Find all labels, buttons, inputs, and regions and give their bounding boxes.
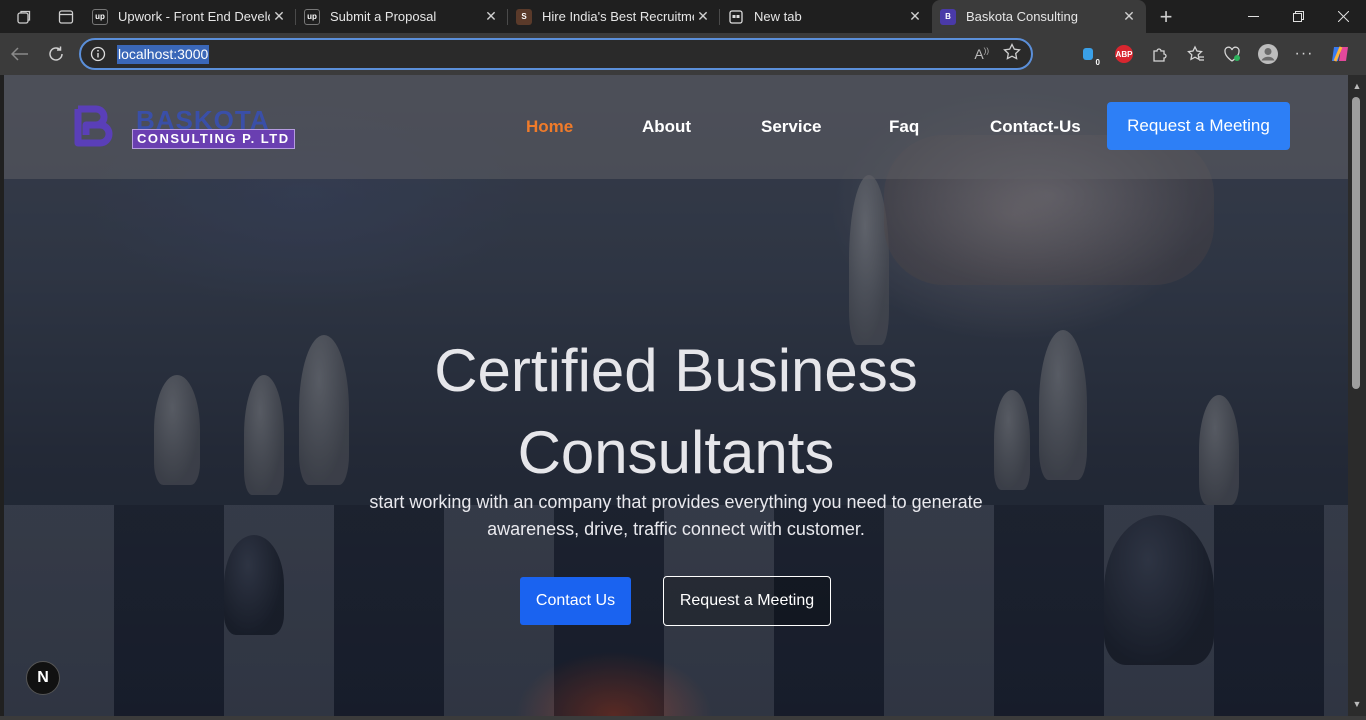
new-tab-plus-icon[interactable]: + [1146,0,1186,33]
hero-title-line-1: Certified Business [434,337,918,404]
tab-title: Submit a Proposal [330,9,437,24]
favorite-star-icon[interactable] [1003,42,1021,66]
upwork-icon: up [304,8,320,25]
site-icon: S [516,8,532,25]
tab-upwork[interactable]: up Upwork - Front End Develop ✕ [84,0,296,33]
password-extension-icon[interactable]: 0 [1070,33,1106,75]
site-header: BASKOTA CONSULTING P. LTD Home About Ser… [4,75,1348,179]
extension-badge: 0 [1095,58,1100,67]
tab-submit-proposal[interactable]: up Submit a Proposal ✕ [296,0,508,33]
close-icon[interactable]: ✕ [1120,8,1138,25]
newtab-icon [728,9,744,25]
nav-home[interactable]: Home [526,117,573,137]
scroll-up-arrow-icon[interactable]: ▲ [1352,81,1362,91]
close-window-icon[interactable] [1321,0,1366,33]
logo-text-bottom: CONSULTING P. LTD [132,129,295,149]
request-meeting-button[interactable]: Request a Meeting [663,576,831,626]
restore-icon[interactable] [1276,0,1321,33]
company-logo[interactable]: BASKOTA CONSULTING P. LTD [74,103,304,151]
tab-title: Hire India's Best Recruitment [542,9,694,24]
browser-toolbar: localhost:3000 A)) 0 ABP ··· [0,33,1366,75]
nav-faq[interactable]: Faq [889,117,919,137]
browser-essentials-icon[interactable] [1214,33,1250,75]
back-arrow-icon[interactable] [2,36,38,72]
logo-b-icon [74,105,113,147]
tab-hire-india[interactable]: S Hire India's Best Recruitment ✕ [508,0,720,33]
hero-subtitle-line-2: awareness, drive, traffic connect with c… [487,519,865,539]
scrollbar-thumb[interactable] [1352,97,1360,389]
url-text[interactable]: localhost:3000 [117,44,210,64]
nav-service[interactable]: Service [761,117,822,137]
scroll-down-arrow-icon[interactable]: ▼ [1352,699,1362,709]
close-icon[interactable]: ✕ [482,8,500,25]
nextjs-dev-indicator-icon[interactable]: N [26,661,60,695]
more-options-icon[interactable]: ··· [1286,33,1322,75]
hero-subtitle: start working with an company that provi… [4,489,1348,543]
extensions-puzzle-icon[interactable] [1142,33,1178,75]
tab-title: Upwork - Front End Develop [118,9,270,24]
close-icon[interactable]: ✕ [906,8,924,25]
upwork-icon: up [92,8,108,25]
site-info-icon[interactable] [89,45,107,63]
hero-title: Certified Business Consultants [4,330,1348,494]
tab-title: Baskota Consulting [966,9,1079,24]
vertical-tabs-icon[interactable] [48,0,84,33]
nav-contact-us[interactable]: Contact-Us [990,117,1081,137]
read-aloud-icon[interactable]: A)) [974,46,989,62]
request-meeting-header-button[interactable]: Request a Meeting [1107,102,1290,150]
address-bar[interactable]: localhost:3000 A)) [79,38,1033,70]
workspaces-icon[interactable] [0,0,48,33]
close-icon[interactable]: ✕ [270,8,288,25]
browser-tab-bar: up Upwork - Front End Develop ✕ up Submi… [0,0,1366,33]
profile-avatar-icon[interactable] [1250,33,1286,75]
page-scrollbar[interactable]: ▲ ▼ [1348,75,1366,716]
refresh-icon[interactable] [38,36,74,72]
hero-subtitle-line-1: start working with an company that provi… [369,492,983,512]
nav-about[interactable]: About [642,117,691,137]
tab-title: New tab [754,9,802,24]
copilot-icon[interactable] [1322,33,1358,75]
tab-new-tab[interactable]: New tab ✕ [720,0,932,33]
adblock-plus-icon[interactable]: ABP [1106,33,1142,75]
tab-baskota[interactable]: B Baskota Consulting ✕ [932,0,1146,33]
baskota-favicon-icon: B [940,8,956,25]
favorites-icon[interactable] [1178,33,1214,75]
minimize-icon[interactable] [1231,0,1276,33]
page-viewport: BASKOTA CONSULTING P. LTD Home About Ser… [4,75,1348,716]
contact-us-button[interactable]: Contact Us [520,577,631,625]
close-icon[interactable]: ✕ [694,8,712,25]
hero-title-line-2: Consultants [517,419,835,486]
